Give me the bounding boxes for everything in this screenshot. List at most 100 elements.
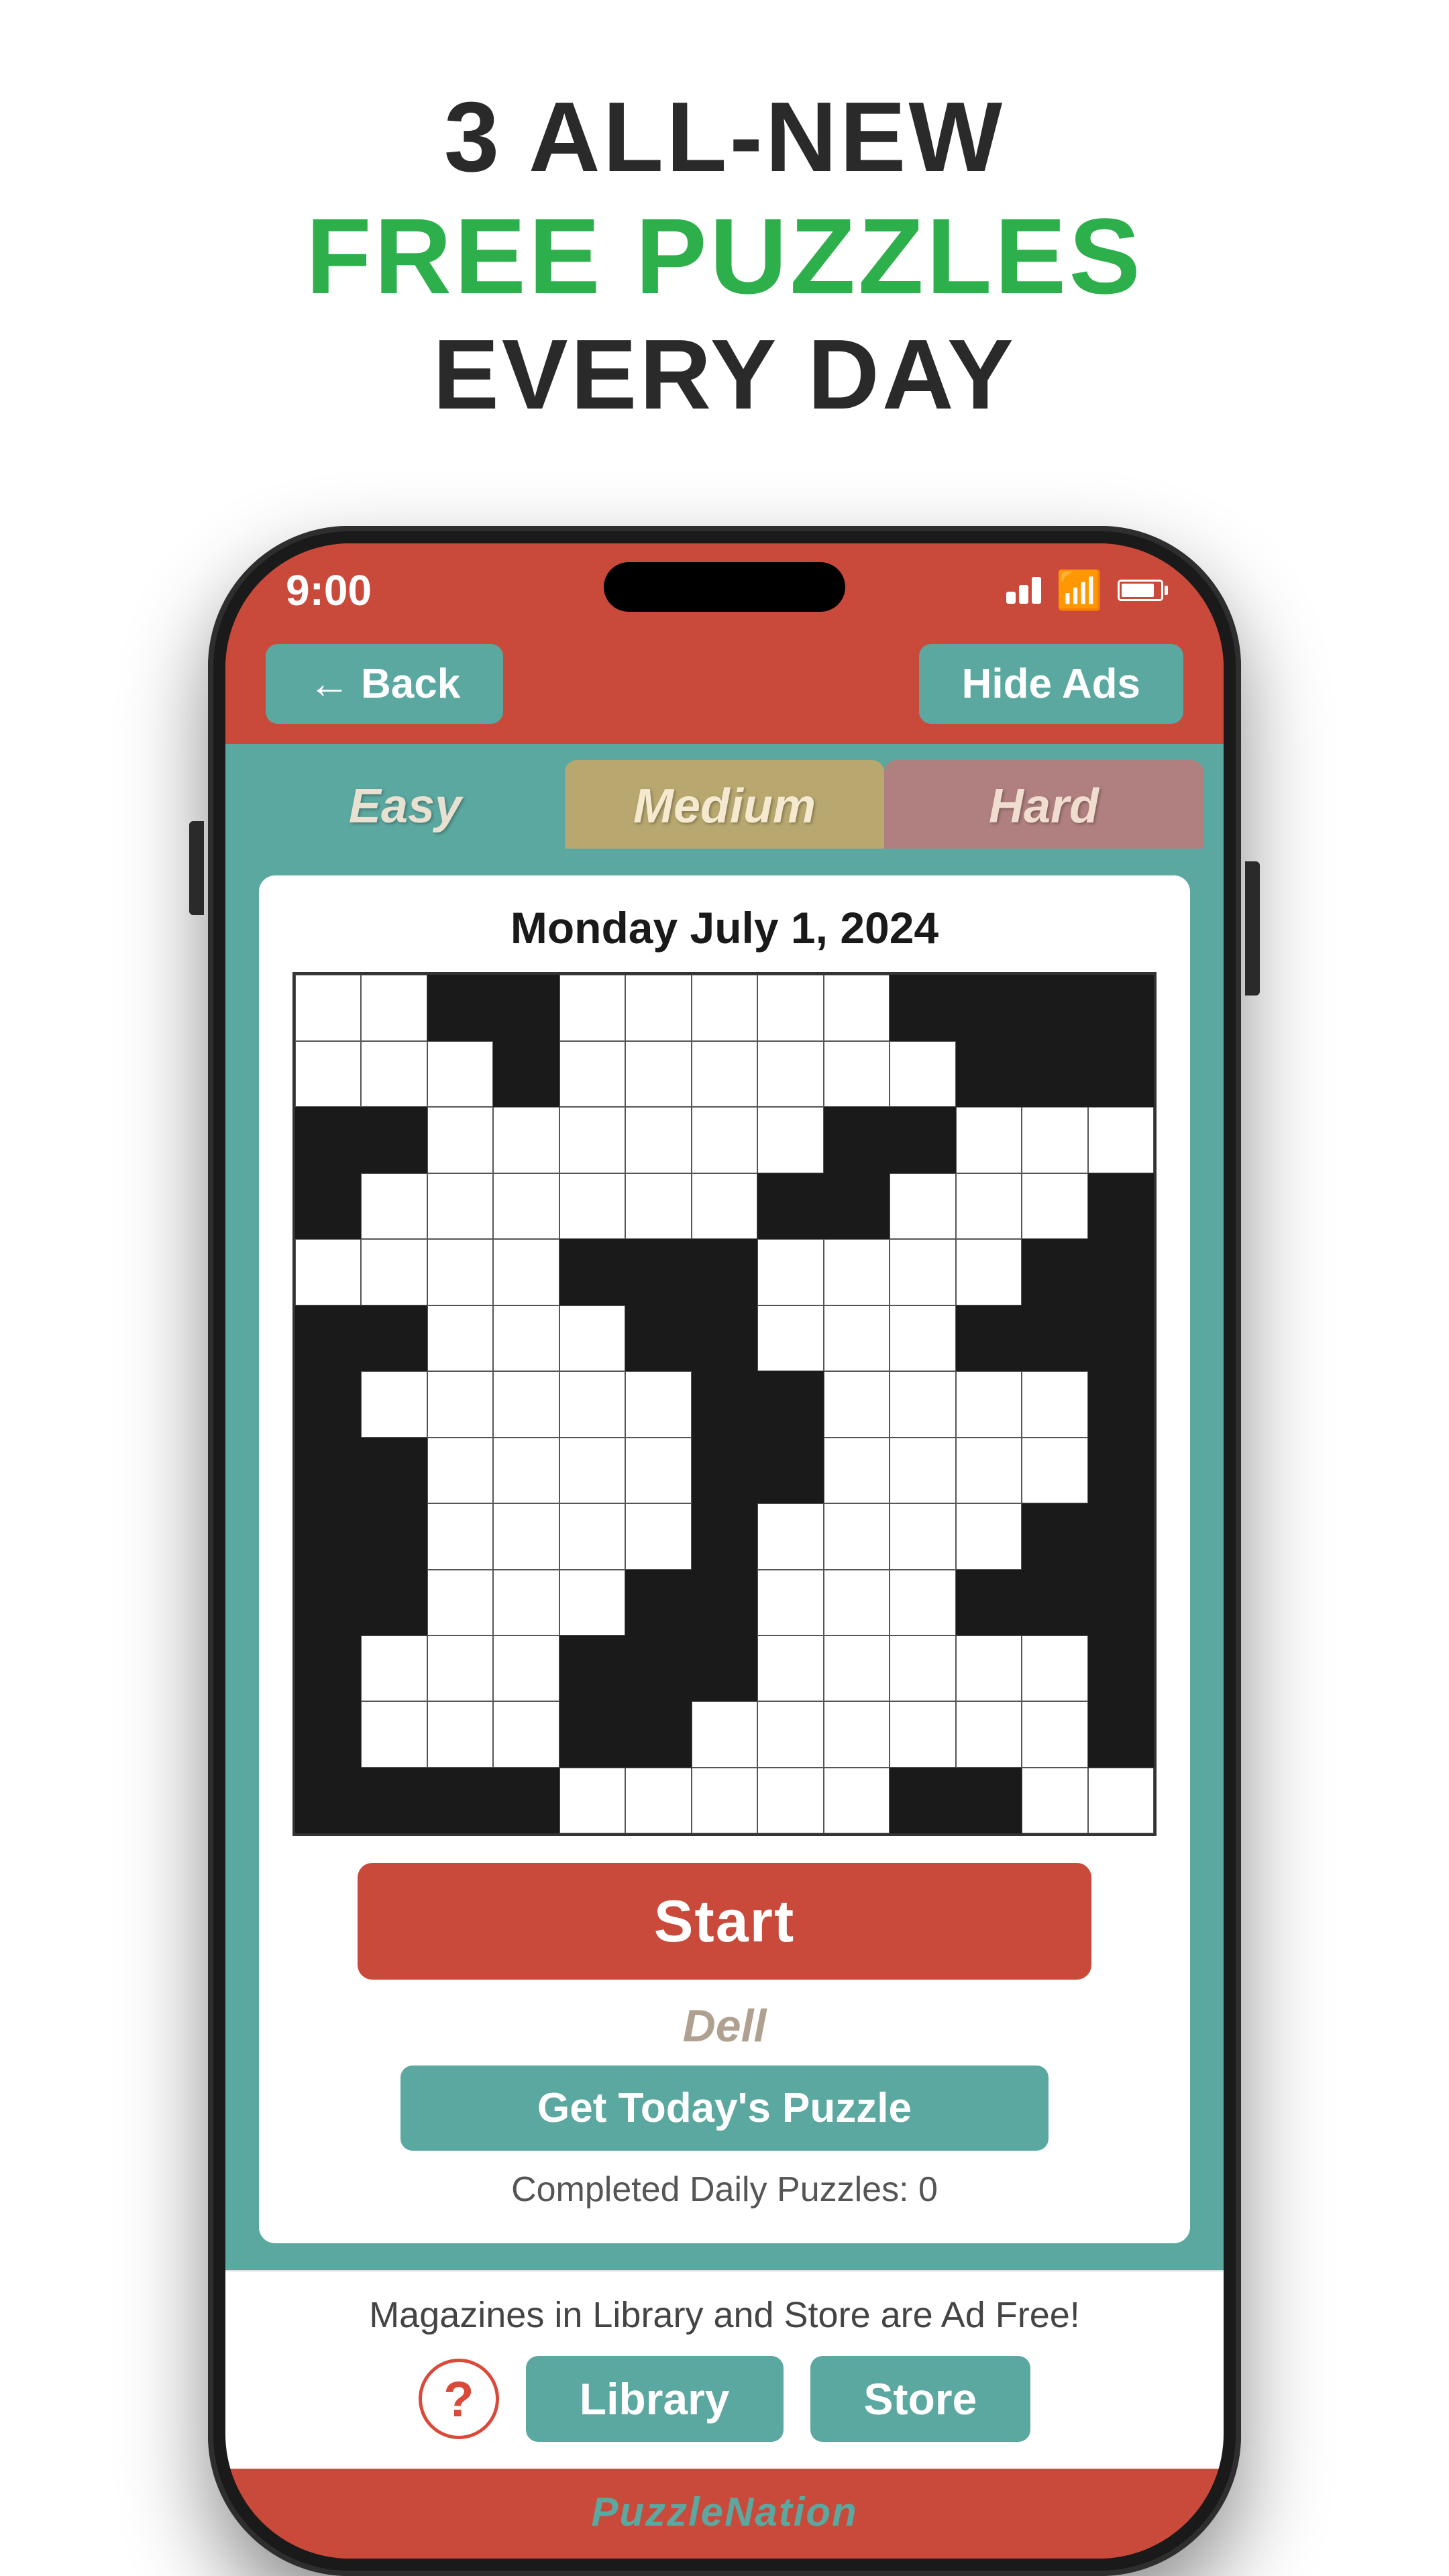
grid-cell	[1088, 1371, 1154, 1437]
grid-cell	[1088, 1305, 1154, 1371]
grid-cell	[1088, 1438, 1154, 1503]
hide-ads-button[interactable]: Hide Ads	[919, 644, 1183, 724]
grid-cell	[559, 975, 625, 1040]
grid-cell	[692, 1438, 757, 1503]
status-time: 9:00	[286, 566, 372, 615]
grid-cell	[956, 1701, 1022, 1767]
ad-free-text: Magazines in Library and Store are Ad Fr…	[266, 2294, 1183, 2336]
grid-cell	[361, 1173, 427, 1239]
grid-cell	[625, 1371, 691, 1437]
tab-hard-label: Hard	[989, 780, 1099, 833]
grid-cell	[1088, 1173, 1154, 1239]
grid-cell	[295, 975, 361, 1040]
grid-cell	[295, 1371, 361, 1437]
grid-cell	[956, 1570, 1022, 1635]
grid-cell	[757, 1371, 823, 1437]
crossword-grid	[292, 972, 1157, 1836]
grid-cell	[890, 1107, 955, 1173]
grid-cell	[493, 1768, 559, 1833]
grid-cell	[1088, 1503, 1154, 1569]
grid-cell	[757, 975, 823, 1040]
back-label: Back	[361, 660, 460, 708]
start-button[interactable]: Start	[358, 1863, 1092, 1980]
grid-cell	[890, 1438, 955, 1503]
help-icon[interactable]: ?	[419, 2359, 499, 2439]
grid-cell	[1088, 1570, 1154, 1635]
grid-cell	[692, 1371, 757, 1437]
grid-cell	[493, 1371, 559, 1437]
tab-easy[interactable]: Easy	[246, 760, 565, 849]
grid-cell	[559, 1107, 625, 1173]
grid-cell	[757, 1438, 823, 1503]
grid-cell	[824, 1239, 890, 1305]
grid-cell	[824, 1107, 890, 1173]
grid-cell	[295, 1503, 361, 1569]
back-button[interactable]: ← Back	[266, 644, 503, 724]
grid-cell	[1022, 975, 1087, 1040]
grid-cell	[625, 1239, 691, 1305]
grid-cell	[956, 1239, 1022, 1305]
grid-cell	[890, 1635, 955, 1701]
grid-cell	[824, 1503, 890, 1569]
grid-cell	[890, 1305, 955, 1371]
grid-cell	[361, 1438, 427, 1503]
tab-medium[interactable]: Medium	[565, 760, 884, 849]
grid-cell	[559, 1570, 625, 1635]
grid-cell	[824, 1768, 890, 1833]
grid-cell	[692, 1570, 757, 1635]
nav-bar: ← Back Hide Ads	[225, 631, 1224, 744]
grid-cell	[1022, 1239, 1087, 1305]
grid-cell	[559, 1503, 625, 1569]
grid-cell	[493, 1438, 559, 1503]
grid-cell	[559, 1305, 625, 1371]
get-today-puzzle-button[interactable]: Get Today's Puzzle	[400, 2065, 1049, 2151]
grid-cell	[427, 1768, 493, 1833]
grid-cell	[1022, 1173, 1087, 1239]
puzzle-card: Monday July 1, 2024 Start Dell Get Today…	[259, 875, 1190, 2243]
back-arrow-icon: ←	[309, 660, 350, 708]
grid-cell	[1022, 1635, 1087, 1701]
wifi-icon: 📶	[1056, 568, 1103, 612]
grid-cell	[427, 1570, 493, 1635]
grid-cell	[295, 1768, 361, 1833]
start-label: Start	[654, 1888, 796, 1954]
grid-cell	[427, 1107, 493, 1173]
header-line2: FREE PUZZLES	[306, 195, 1143, 318]
grid-cell	[295, 1635, 361, 1701]
grid-cell	[427, 1701, 493, 1767]
grid-cell	[427, 1438, 493, 1503]
grid-cell	[493, 1305, 559, 1371]
grid-cell	[493, 975, 559, 1040]
grid-cell	[1022, 1371, 1087, 1437]
grid-cell	[757, 1173, 823, 1239]
grid-cell	[757, 1701, 823, 1767]
phone-screen: 9:00 📶 ← Back	[225, 543, 1224, 2559]
header-line1: 3 ALL-NEW	[306, 80, 1143, 195]
grid-cell	[890, 1768, 955, 1833]
grid-cell	[295, 1305, 361, 1371]
grid-cell	[824, 1371, 890, 1437]
grid-cell	[692, 1635, 757, 1701]
grid-cell	[1088, 1041, 1154, 1107]
grid-cell	[493, 1173, 559, 1239]
grid-cell	[361, 1371, 427, 1437]
grid-cell	[1022, 1701, 1087, 1767]
library-button[interactable]: Library	[526, 2356, 784, 2442]
grid-cell	[295, 1570, 361, 1635]
tab-hard[interactable]: Hard	[884, 760, 1203, 849]
battery-icon	[1118, 580, 1163, 601]
dynamic-island	[604, 562, 845, 612]
grid-cell	[757, 1107, 823, 1173]
grid-cell	[427, 1041, 493, 1107]
help-symbol: ?	[443, 2371, 474, 2428]
grid-cell	[493, 1503, 559, 1569]
difficulty-tabs: Easy Medium Hard	[225, 744, 1224, 849]
grid-cell	[559, 1768, 625, 1833]
store-button[interactable]: Store	[810, 2356, 1031, 2442]
header-section: 3 ALL-NEW FREE PUZZLES EVERY DAY	[306, 80, 1143, 432]
home-indicator	[225, 2548, 1224, 2559]
grid-cell	[890, 975, 955, 1040]
grid-cell	[692, 1041, 757, 1107]
grid-cell	[361, 1107, 427, 1173]
grid-cell	[427, 1173, 493, 1239]
